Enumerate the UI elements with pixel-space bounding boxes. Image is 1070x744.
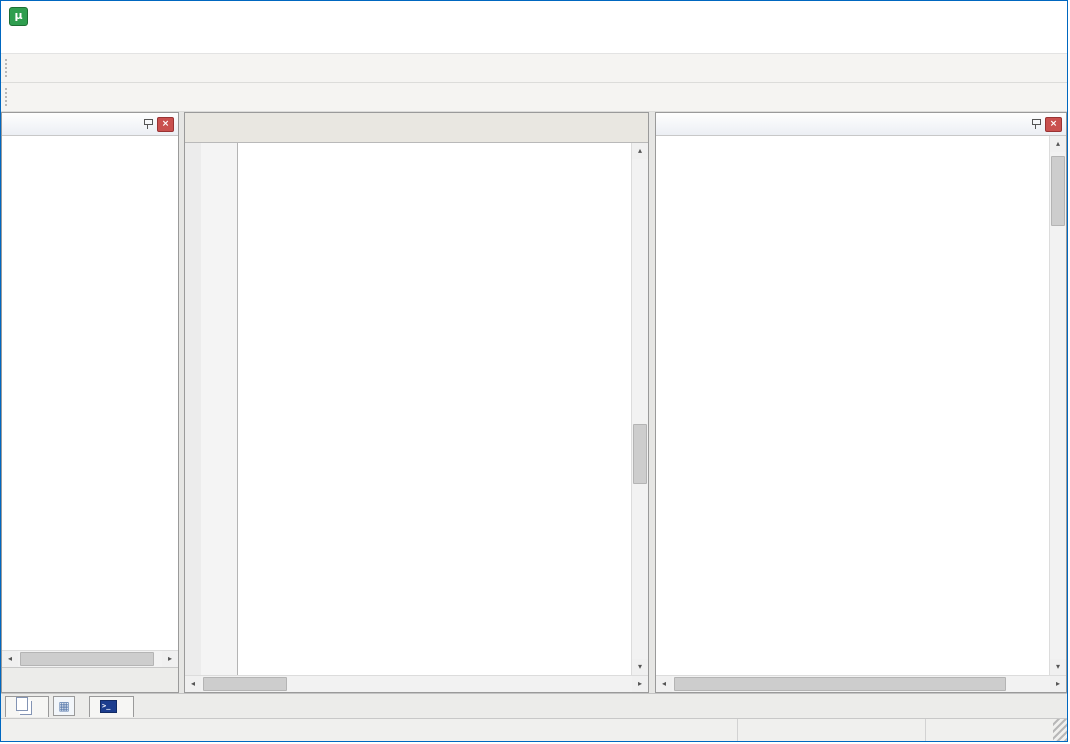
console-icon	[100, 700, 117, 713]
scroll-right-icon[interactable]: ▸	[632, 676, 648, 692]
bottom-dock-row: ▦	[1, 693, 1067, 718]
scroll-thumb[interactable]	[20, 652, 154, 666]
tab-command[interactable]	[89, 696, 134, 717]
uart-vscrollbar[interactable]: ▴ ▾	[1049, 136, 1066, 675]
editor-vscrollbar[interactable]: ▴ ▾	[631, 143, 648, 675]
project-tree-hscrollbar[interactable]: ◂ ▸	[2, 650, 178, 667]
project-panel: × ◂ ▸	[1, 112, 179, 693]
status-time	[925, 719, 1053, 741]
project-panel-header: ×	[2, 113, 178, 136]
uvision-window: µ × ◂ ▸	[0, 0, 1068, 742]
pin-icon[interactable]	[143, 119, 152, 129]
uart-panel: × ▴ ▾ ◂ ▸	[655, 112, 1067, 693]
scroll-down-icon[interactable]: ▾	[632, 659, 648, 675]
tab-call-stack-locals[interactable]	[5, 696, 49, 717]
scroll-down-icon[interactable]: ▾	[1050, 659, 1066, 675]
editor-tabbar	[185, 113, 648, 143]
status-pane-empty	[1, 719, 737, 741]
scroll-up-icon[interactable]: ▴	[1050, 136, 1066, 152]
editor-hscrollbar[interactable]: ◂ ▸	[185, 675, 648, 692]
scroll-thumb[interactable]	[1051, 156, 1065, 226]
editor-panel: ▴ ▾ ◂ ▸	[184, 112, 649, 693]
scroll-thumb[interactable]	[203, 677, 287, 691]
scroll-thumb[interactable]	[674, 677, 1006, 691]
file-toolbar	[1, 54, 1067, 83]
close-icon[interactable]: ×	[1045, 117, 1062, 132]
status-bar	[1, 718, 1067, 741]
title-bar: µ	[1, 1, 1067, 31]
code-editor[interactable]	[185, 143, 631, 675]
status-simulation	[737, 719, 925, 741]
scroll-right-icon[interactable]: ▸	[162, 651, 178, 667]
project-tree	[2, 136, 178, 650]
scroll-left-icon[interactable]: ◂	[656, 676, 672, 692]
memory-window-button[interactable]: ▦	[53, 696, 75, 716]
call-stack-icon	[16, 697, 28, 711]
scroll-left-icon[interactable]: ◂	[2, 651, 18, 667]
pin-icon[interactable]	[1031, 119, 1040, 129]
resize-grip-icon[interactable]	[1053, 719, 1067, 741]
scroll-thumb[interactable]	[633, 424, 647, 484]
close-icon[interactable]: ×	[157, 117, 174, 132]
uart-hscrollbar[interactable]: ◂ ▸	[656, 675, 1066, 692]
scroll-up-icon[interactable]: ▴	[632, 143, 648, 159]
main-area: × ◂ ▸ ▴ ▾ ◂	[1, 112, 1067, 693]
uart-output	[656, 136, 1049, 675]
menu-bar	[1, 31, 1067, 54]
workspace-tabstrip	[2, 667, 178, 692]
scroll-left-icon[interactable]: ◂	[185, 676, 201, 692]
scroll-right-icon[interactable]: ▸	[1050, 676, 1066, 692]
debug-toolbar	[1, 83, 1067, 112]
uart-panel-header: ×	[656, 113, 1066, 136]
app-icon: µ	[9, 7, 28, 26]
